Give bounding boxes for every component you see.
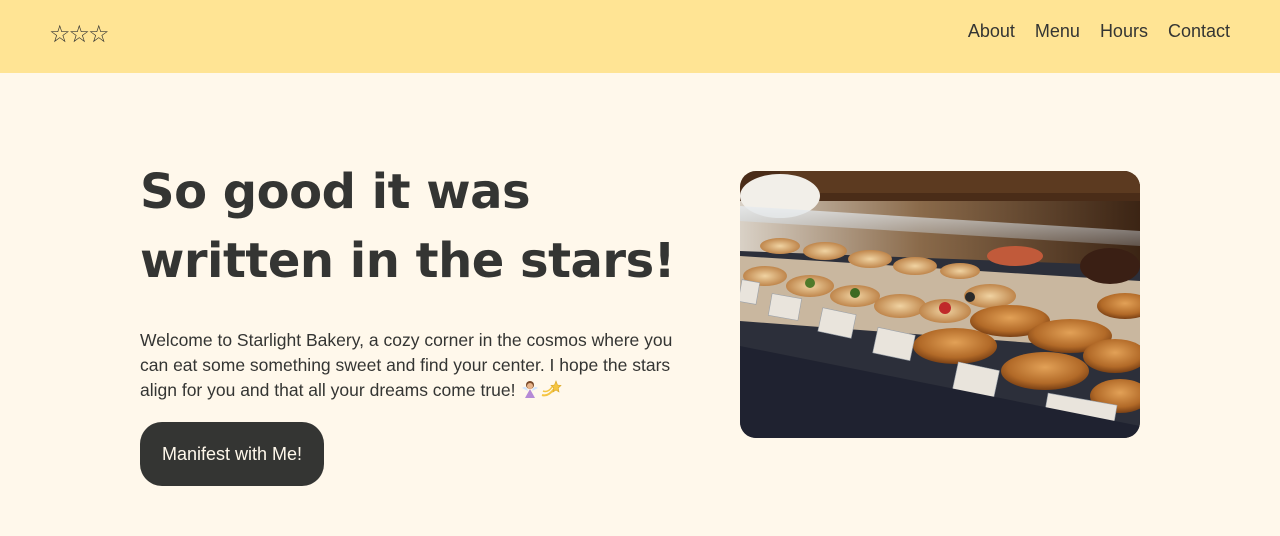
main-nav: About Menu Hours Contact (968, 19, 1230, 43)
nav-hours-link[interactable]: Hours (1100, 19, 1148, 43)
manifest-button[interactable]: Manifest with Me! (140, 422, 324, 486)
hero-description-text: Welcome to Starlight Bakery, a cozy corn… (140, 330, 673, 400)
hero-description: Welcome to Starlight Bakery, a cozy corn… (140, 328, 700, 406)
logo-stars[interactable]: ☆☆☆ (49, 20, 110, 48)
site-header: ☆☆☆ About Menu Hours Contact (0, 0, 1280, 73)
hero-title: So good it was written in the stars! (140, 164, 676, 289)
fairy-emoji-icon (520, 379, 540, 406)
pastry-case-illustration (740, 171, 1140, 438)
nav-menu-link[interactable]: Menu (1035, 19, 1080, 43)
dizzy-star-emoji-icon (540, 379, 563, 406)
nav-about-link[interactable]: About (968, 19, 1015, 43)
nav-contact-link[interactable]: Contact (1168, 19, 1230, 43)
bakery-display-photo (740, 171, 1140, 438)
